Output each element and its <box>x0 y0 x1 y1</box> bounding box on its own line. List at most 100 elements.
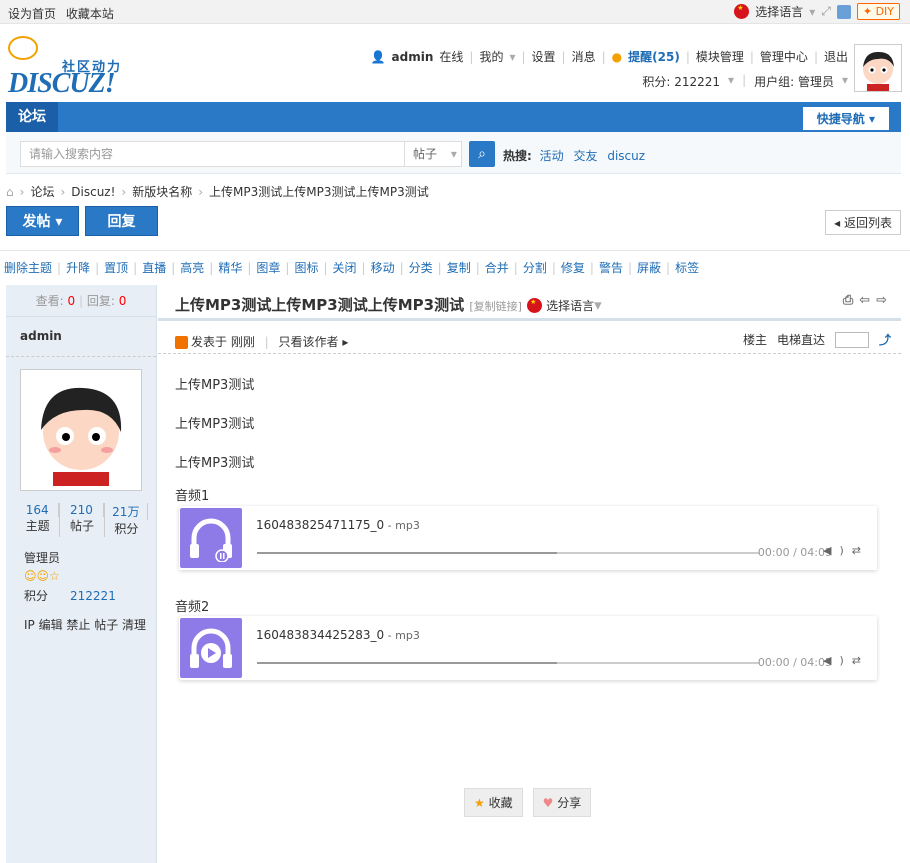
hot-link[interactable]: discuz <box>607 149 645 163</box>
discuz-logo[interactable]: 社区动力 DISCUZ! <box>6 36 136 99</box>
heart-icon: ♥ <box>542 796 554 810</box>
header: 社区动力 DISCUZ! 👤 admin 在线 | 我的 ▾ | 设置 | 消息 | ● … <box>0 24 910 102</box>
audio-label: 音频2 <box>175 600 210 615</box>
post-body: 上传MP3测试 上传MP3测试 上传MP3测试 <box>175 378 255 471</box>
mod-action[interactable]: 置顶 <box>104 261 128 275</box>
post-button[interactable]: 发帖 ▾ <box>6 206 79 236</box>
user-avatar[interactable] <box>854 44 902 92</box>
diy-button[interactable]: ✦ DIY <box>856 3 900 20</box>
progress-track[interactable] <box>257 552 759 554</box>
floor-label: 楼主 <box>742 333 767 347</box>
favorite-button[interactable]: ★ 收藏 <box>464 788 523 817</box>
back-to-list-button[interactable]: ◂ 返回列表 <box>825 210 901 235</box>
logout-link[interactable]: 退出 <box>824 48 848 65</box>
app-icon[interactable] <box>836 4 851 19</box>
search-bar: 请输入搜索内容 帖子 ▾ ⌕ 热搜: 活动 交友 discuz <box>6 132 901 174</box>
audio-player[interactable]: 160483825471175_0 - mp3 00:00 / 04:05 ◀)… <box>179 506 877 570</box>
remind-link[interactable]: 提醒(25) <box>628 48 680 65</box>
messages-link[interactable]: 消息 <box>572 48 596 65</box>
mod-action[interactable]: 复制 <box>447 261 471 275</box>
post-info: 发表于 刚刚 | 只看该作者 ▸ 楼主 电梯直达 ⤴ <box>158 321 901 354</box>
points-menu[interactable]: 积分: 212221 <box>642 73 720 90</box>
headphones-cover-icon[interactable] <box>180 508 242 568</box>
user-group-menu[interactable]: 用户组: 管理员 <box>754 73 834 90</box>
settings-link[interactable]: 设置 <box>532 48 556 65</box>
mod-action[interactable]: 分割 <box>523 261 547 275</box>
separator: | <box>247 261 252 275</box>
mod-action[interactable]: 屏蔽 <box>637 261 661 275</box>
logo-bubble-icon <box>8 36 38 60</box>
main-nav: 论坛 快捷导航 ▾ <box>6 102 901 132</box>
author-avatar[interactable] <box>20 369 142 491</box>
separator: | <box>399 261 404 275</box>
mod-action[interactable]: 图章 <box>256 261 280 275</box>
mod-action[interactable]: 精华 <box>218 261 242 275</box>
hot-link[interactable]: 活动 <box>540 149 564 163</box>
jump-icon[interactable]: ⤴ <box>879 331 891 348</box>
tab-forum[interactable]: 论坛 <box>6 102 58 132</box>
breadcrumb-item[interactable]: 上传MP3测试上传MP3测试上传MP3测试 <box>209 183 429 200</box>
separator: | <box>285 261 290 275</box>
separator: | <box>551 261 556 275</box>
time-display: 00:00 / 04:05 <box>757 656 832 669</box>
author-name[interactable]: admin <box>6 317 156 357</box>
progress-track[interactable] <box>257 662 759 664</box>
print-prev-next-icons[interactable]: ⎙⇦⇨ <box>843 293 893 308</box>
mod-action[interactable]: 关闭 <box>333 261 357 275</box>
volume-loop-icons[interactable]: ◀)⇄ <box>823 654 869 667</box>
top-bar: 设为首页 收藏本站 选择语言▾ ⤢ ✦ DIY <box>0 0 910 24</box>
username-link[interactable]: admin <box>392 50 434 64</box>
mod-action[interactable]: 标签 <box>675 261 699 275</box>
set-home-link[interactable]: 设为首页 <box>8 7 56 21</box>
mod-action[interactable]: 警告 <box>599 261 623 275</box>
admin-center-link[interactable]: 管理中心 <box>760 48 808 65</box>
language-selector[interactable]: 选择语言 <box>755 3 803 20</box>
volume-loop-icons[interactable]: ◀)⇄ <box>823 544 869 557</box>
separator: | <box>513 261 518 275</box>
user-icon: 👤 <box>370 49 386 64</box>
mod-action[interactable]: 图标 <box>294 261 318 275</box>
bookmark-link[interactable]: 收藏本站 <box>66 7 114 21</box>
time-display: 00:00 / 04:05 <box>757 546 832 559</box>
audio-player[interactable]: 160483834425283_0 - mp3 00:00 / 04:05 ◀)… <box>179 616 877 680</box>
my-menu[interactable]: 我的 <box>479 48 503 65</box>
separator: | <box>95 261 100 275</box>
breadcrumb-item[interactable]: 新版块名称 <box>132 183 192 200</box>
china-flag-icon <box>527 298 543 313</box>
module-manage-link[interactable]: 模块管理 <box>696 48 744 65</box>
separator: | <box>323 261 328 275</box>
copy-link[interactable]: [复制链接] <box>469 300 522 313</box>
share-button[interactable]: ♥ 分享 <box>532 788 592 817</box>
mod-action[interactable]: 升降 <box>66 261 90 275</box>
thread-stats: 查看: 0 | 回复: 0 <box>6 285 156 317</box>
hot-link[interactable]: 交友 <box>573 149 597 163</box>
post-actions: ★ 收藏 ♥ 分享 <box>464 788 592 817</box>
mod-action[interactable]: 合并 <box>485 261 509 275</box>
mod-action[interactable]: 分类 <box>409 261 433 275</box>
reply-button[interactable]: 回复 <box>85 206 158 236</box>
play-cover-icon[interactable] <box>180 618 242 678</box>
mod-action[interactable]: 删除主题 <box>4 261 52 275</box>
author-admin-ops[interactable]: IP 编辑 禁止 帖子 清理 <box>24 616 156 633</box>
language-selector[interactable]: 选择语言 <box>546 299 594 313</box>
author-group: 管理员 ☺☺☆ 积分 212221 <box>24 549 156 604</box>
search-type-select[interactable]: 帖子 ▾ <box>405 141 462 167</box>
fullscreen-icon[interactable]: ⤢ <box>821 4 831 19</box>
thread-title: 上传MP3测试上传MP3测试上传MP3测试 [复制链接] 选择语言▾ ⎙⇦⇨ <box>158 285 901 321</box>
floor-jump-input[interactable] <box>834 331 869 348</box>
only-author-link[interactable]: 只看该作者 ▸ <box>279 335 349 349</box>
search-input[interactable]: 请输入搜索内容 <box>20 141 405 167</box>
mod-action[interactable]: 直播 <box>142 261 166 275</box>
bulb-icon: ● <box>611 49 623 64</box>
post-layout: 查看: 0 | 回复: 0 admin 164 主题 210 帖子 21万 积分 管理… <box>6 285 901 863</box>
mod-action[interactable]: 修复 <box>561 261 585 275</box>
post-main: 上传MP3测试上传MP3测试上传MP3测试 [复制链接] 选择语言▾ ⎙⇦⇨ 发… <box>158 285 901 863</box>
breadcrumb-item[interactable]: Discuz! <box>71 185 115 199</box>
quick-nav-button[interactable]: 快捷导航 ▾ <box>802 107 889 130</box>
breadcrumb-item[interactable]: 论坛 <box>30 183 54 200</box>
search-button[interactable]: ⌕ <box>469 141 495 167</box>
mod-action[interactable]: 高亮 <box>180 261 204 275</box>
home-icon[interactable]: ⌂ <box>6 185 14 199</box>
mod-action[interactable]: 移动 <box>371 261 395 275</box>
search-icon: ⌕ <box>478 146 486 162</box>
